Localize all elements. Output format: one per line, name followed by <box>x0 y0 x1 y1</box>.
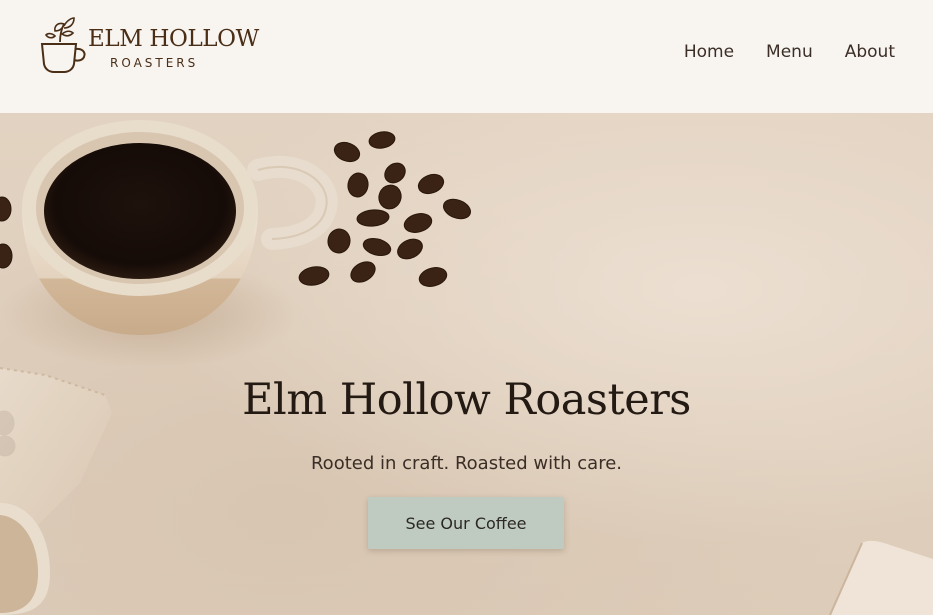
nav-home-link[interactable]: Home <box>684 40 734 64</box>
nav-menu-link[interactable]: Menu <box>766 40 813 64</box>
page: ELM HOLLOW ROASTERS Home Menu About Elm … <box>0 0 933 615</box>
hero-section: Elm Hollow Roasters Rooted in craft. Roa… <box>0 113 933 615</box>
site-header: ELM HOLLOW ROASTERS Home Menu About <box>0 0 933 113</box>
hero-title: Elm Hollow Roasters <box>242 375 691 425</box>
see-our-coffee-button[interactable]: See Our Coffee <box>368 497 564 549</box>
main-nav: Home Menu About <box>684 40 895 64</box>
coffee-cup-sprout-icon <box>40 17 86 73</box>
brand-tagline: ROASTERS <box>110 56 199 70</box>
hero-subtitle: Rooted in craft. Roasted with care. <box>310 453 623 474</box>
logo-link[interactable]: ELM HOLLOW ROASTERS <box>36 14 259 80</box>
nav-about-link[interactable]: About <box>845 40 895 64</box>
brand-name: ELM HOLLOW <box>88 26 259 52</box>
